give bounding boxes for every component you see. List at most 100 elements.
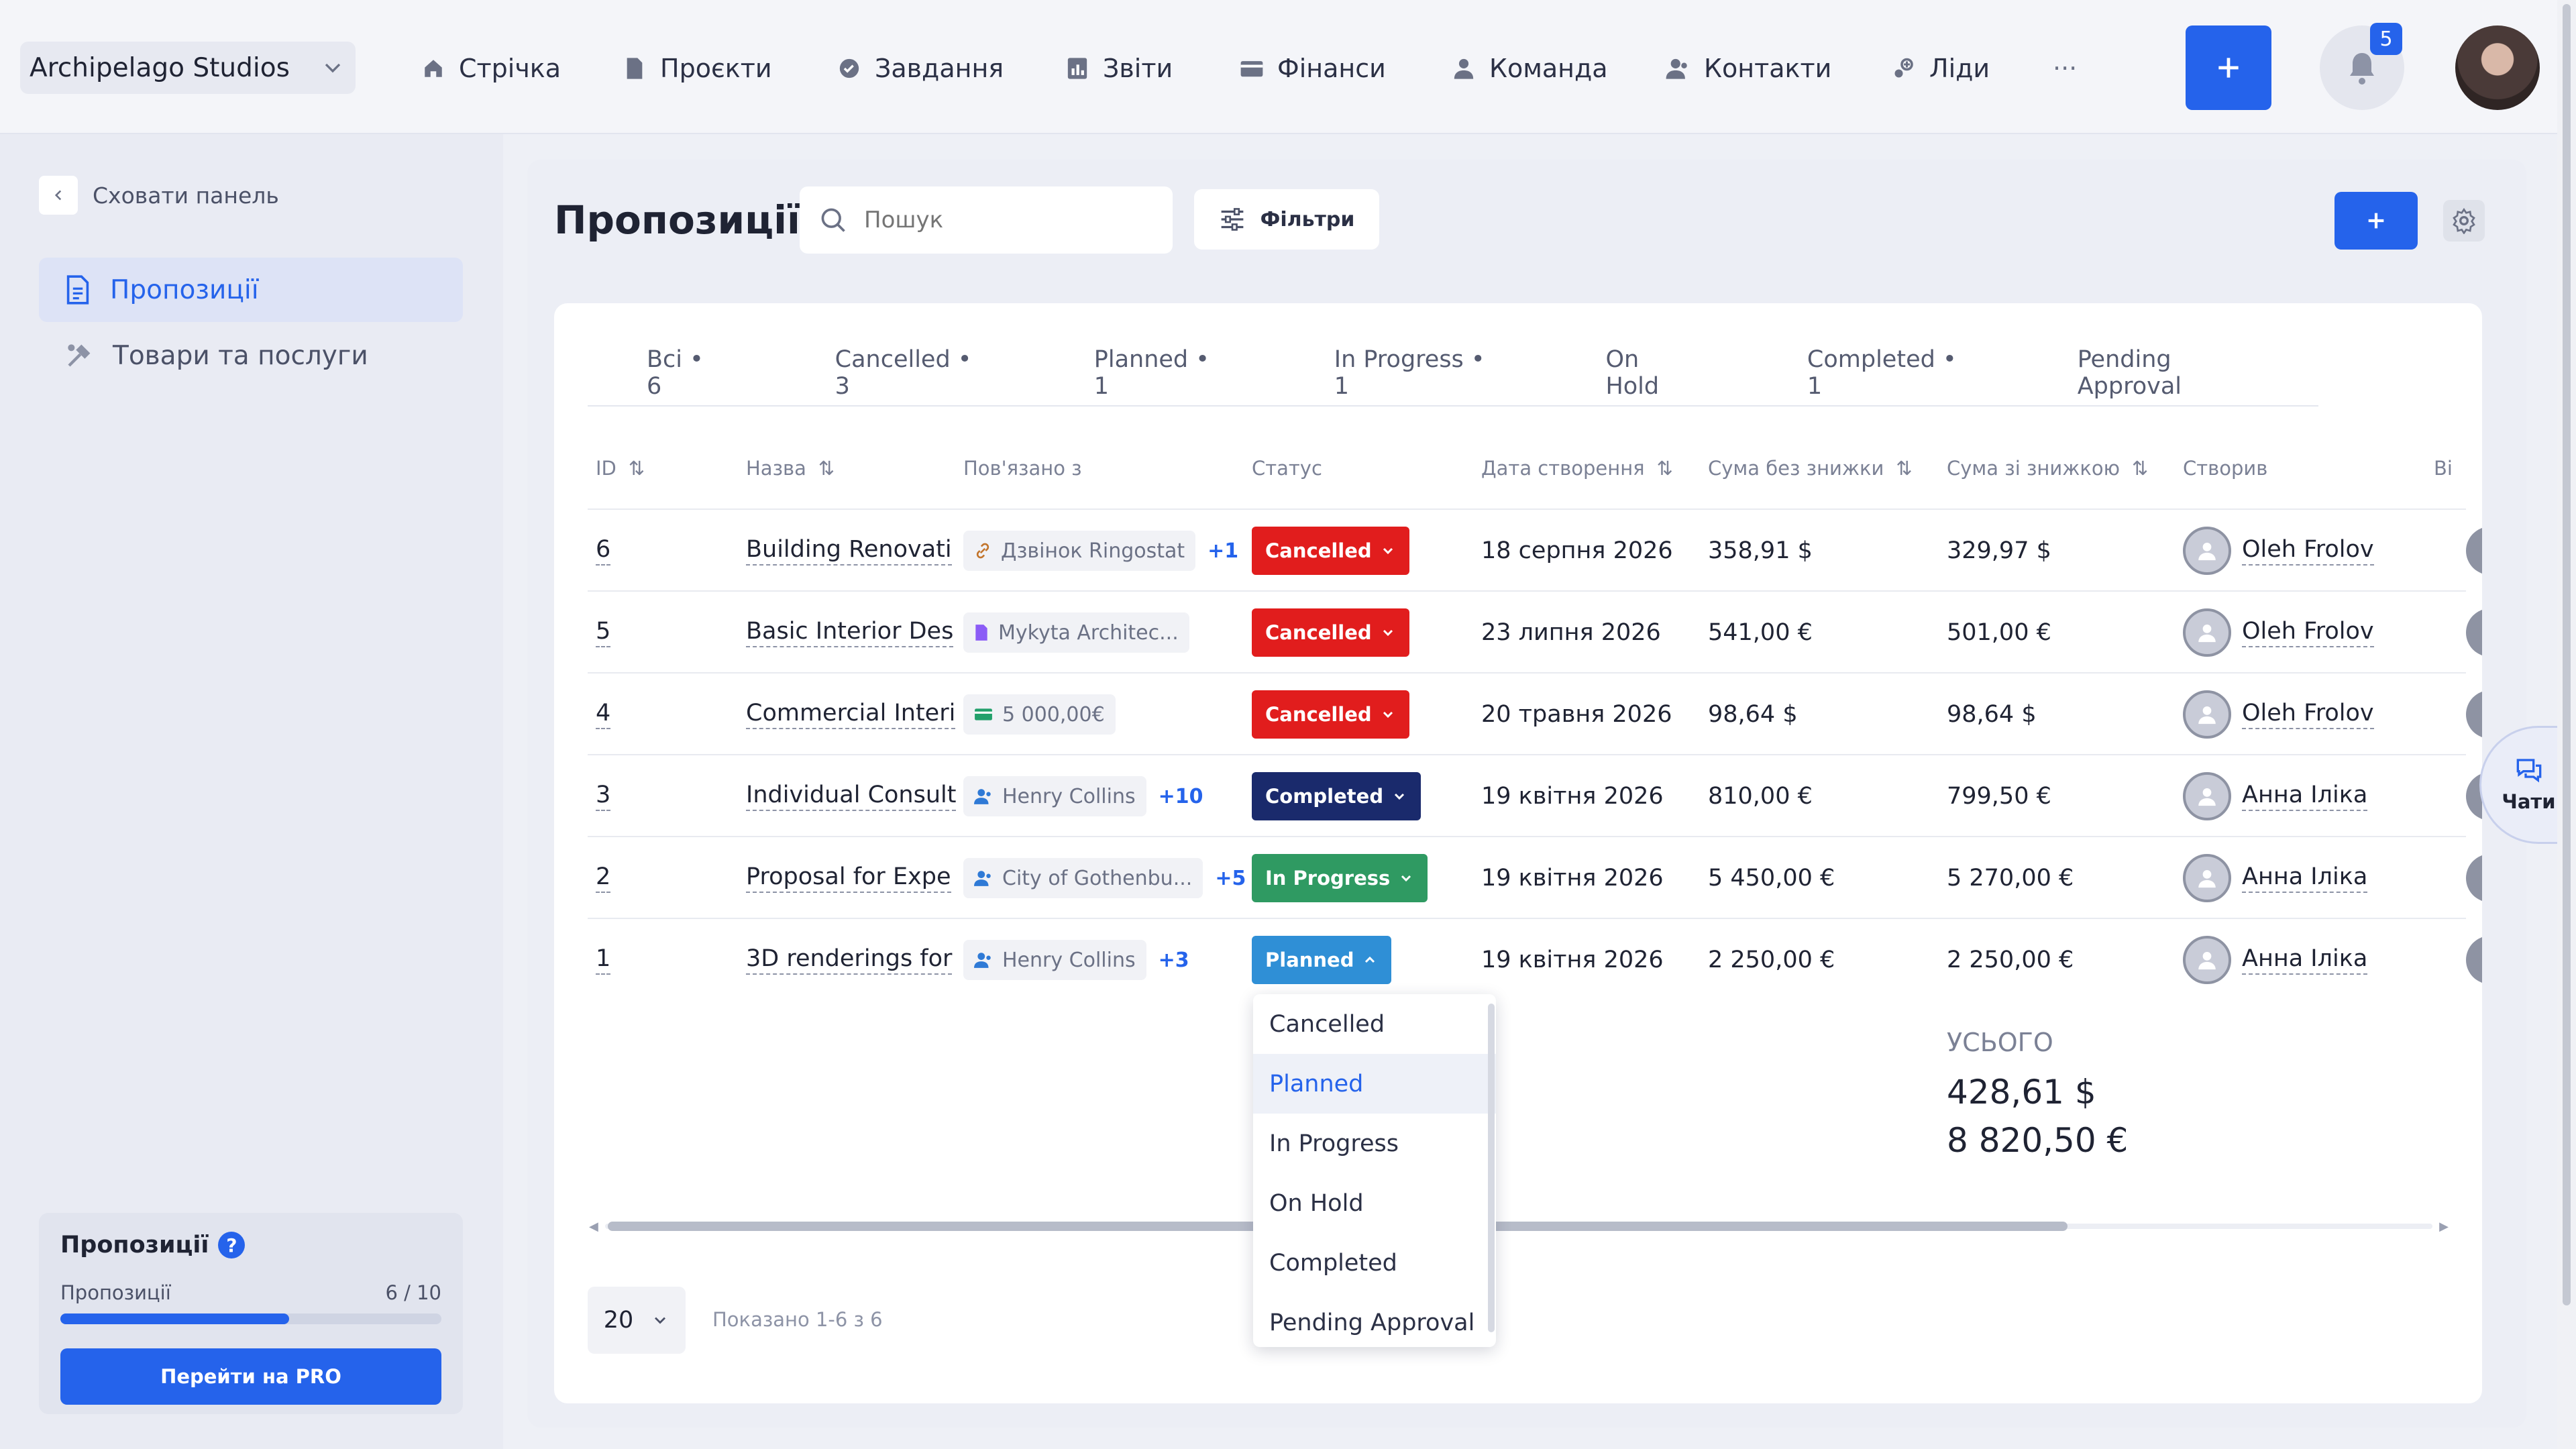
column-header-id[interactable]: ID ⇅: [596, 444, 645, 492]
table-row[interactable]: 3 Individual Consult Henry Collins +10 Compl…: [588, 754, 2482, 836]
status-dropdown[interactable]: Cancelled: [1252, 690, 1409, 739]
table-row[interactable]: 5 Basic Interior Des Mykyta Architec... Can…: [588, 590, 2482, 672]
dropdown-scrollbar[interactable]: [1488, 1004, 1495, 1332]
help-icon[interactable]: ?: [218, 1232, 246, 1258]
column-header-created[interactable]: Дата створення ⇅: [1481, 444, 1673, 492]
page-scrollbar-thumb[interactable]: [2563, 4, 2571, 1305]
filters-button[interactable]: Фільтри: [1194, 189, 1379, 250]
status-option[interactable]: Pending Approval: [1253, 1293, 1496, 1352]
row-name-link[interactable]: Proposal for Expe: [746, 863, 951, 893]
sum-value: 98,64 $: [1708, 701, 1798, 728]
nav-item-team[interactable]: Команда: [1449, 47, 1608, 90]
tools-icon: [68, 344, 91, 367]
hide-panel-button[interactable]: Сховати панель: [39, 176, 279, 215]
total-usd: 428,61 $: [1947, 1073, 2096, 1112]
row-name-link[interactable]: Individual Consult: [746, 782, 957, 811]
related-chip[interactable]: Henry Collins: [963, 940, 1146, 980]
status-dropdown[interactable]: In Progress: [1252, 854, 1428, 902]
sidebar-item-proposals[interactable]: Пропозиції: [39, 258, 463, 322]
tab-on-hold[interactable]: On Hold: [1546, 346, 1748, 400]
scroll-right-icon[interactable]: ▶: [2439, 1220, 2449, 1234]
related-chip[interactable]: Henry Collins: [963, 776, 1146, 816]
status-dropdown[interactable]: Completed: [1252, 772, 1421, 820]
nav-item-finance[interactable]: Фінанси: [1237, 47, 1386, 90]
row-id-link[interactable]: 2: [596, 863, 611, 893]
author-link[interactable]: Анна Іліка: [2242, 782, 2368, 811]
page-size-select[interactable]: 20: [588, 1287, 686, 1354]
column-header-name[interactable]: Назва ⇅: [746, 444, 835, 492]
status-dropdown[interactable]: Cancelled: [1252, 527, 1409, 575]
nav-item-reports[interactable]: Звіти: [1063, 47, 1173, 90]
row-id-link[interactable]: 6: [596, 536, 611, 566]
row-id-link[interactable]: 4: [596, 700, 611, 729]
row-name-link[interactable]: Commercial Interi: [746, 700, 956, 729]
status-option[interactable]: Completed: [1253, 1233, 1496, 1293]
author-link[interactable]: Oleh Frolov: [2242, 618, 2374, 647]
related-more-link[interactable]: +10: [1159, 785, 1203, 808]
related-more-link[interactable]: +3: [1159, 949, 1189, 972]
tab-cancelled[interactable]: Cancelled • 3: [776, 346, 1035, 400]
status-option[interactable]: Planned: [1253, 1054, 1496, 1114]
row-name-link[interactable]: Building Renovati: [746, 536, 952, 566]
status-dropdown[interactable]: Cancelled: [1252, 608, 1409, 657]
author-link[interactable]: Oleh Frolov: [2242, 700, 2374, 729]
tab-all[interactable]: Всі • 6: [588, 346, 776, 400]
status-dropdown[interactable]: Planned: [1252, 936, 1392, 984]
tab-pending-approval[interactable]: Pending Approval: [2019, 346, 2318, 400]
column-header-status: Статус: [1252, 444, 1322, 492]
sort-icon: ⇅: [628, 457, 645, 480]
status-option[interactable]: On Hold: [1253, 1173, 1496, 1233]
related-more-link[interactable]: +1: [1208, 539, 1238, 563]
column-header-sum-discount[interactable]: Сума зі знижкою ⇅: [1947, 444, 2148, 492]
table-row[interactable]: 6 Building Renovati Дзвінок Ringostat +1 Can…: [588, 508, 2482, 590]
related-chip[interactable]: 5 000,00€: [963, 694, 1116, 735]
page-title: Пропозиції: [554, 197, 800, 243]
tab-in-progress[interactable]: In Progress • 1: [1275, 346, 1547, 400]
author-link[interactable]: Анна Іліка: [2242, 863, 2368, 893]
user-avatar[interactable]: [2455, 25, 2540, 110]
author-link[interactable]: Oleh Frolov: [2242, 536, 2374, 566]
tab-completed[interactable]: Completed • 1: [1748, 346, 2019, 400]
document-icon: [620, 54, 649, 83]
workspace-switcher[interactable]: Archipelago Studios: [20, 42, 356, 94]
search-input[interactable]: [864, 207, 1146, 233]
row-id-link[interactable]: 1: [596, 945, 611, 975]
search-box[interactable]: [800, 186, 1173, 254]
related-chip[interactable]: Mykyta Architec...: [963, 612, 1189, 653]
column-header-sum[interactable]: Сума без знижки ⇅: [1708, 444, 1913, 492]
status-options: Cancelled Planned In Progress On Hold Comple…: [1253, 994, 1496, 1352]
sidebar-item-products[interactable]: Товари та послуги: [39, 323, 463, 388]
status-option[interactable]: In Progress: [1253, 1114, 1496, 1173]
related-chip[interactable]: City of Gothenbu...: [963, 858, 1203, 898]
tab-planned[interactable]: Planned • 1: [1035, 346, 1275, 400]
status-option[interactable]: Cancelled: [1253, 994, 1496, 1054]
workspace-name: Archipelago Studios: [30, 52, 290, 83]
settings-button[interactable]: [2443, 200, 2485, 241]
nav-item-contacts[interactable]: Контакти: [1664, 47, 1831, 90]
status-tabs: Всі • 6 Cancelled • 3 Planned • 1 In Pro…: [588, 346, 2318, 407]
sum-value: 358,91 $: [1708, 537, 1813, 564]
page-scrollbar[interactable]: [2557, 0, 2576, 1449]
related-more-link[interactable]: +5: [1215, 867, 1246, 890]
nav-item-leads[interactable]: Ліди: [1889, 47, 1990, 90]
chevron-icon: [1395, 793, 1405, 800]
nav-item-feed[interactable]: Стрічка: [419, 47, 561, 90]
row-id-link[interactable]: 3: [596, 782, 611, 811]
scroll-left-icon[interactable]: ◀: [589, 1220, 598, 1234]
file-icon: [974, 624, 989, 641]
table-row[interactable]: 2 Proposal for Expe City of Gothenbu... +5 I…: [588, 836, 2482, 918]
nav-item-projects[interactable]: Проєкти: [620, 47, 772, 90]
author-link[interactable]: Анна Іліка: [2242, 945, 2368, 975]
row-id-link[interactable]: 5: [596, 618, 611, 647]
horizontal-scrollbar[interactable]: ◀ ▶: [589, 1218, 2449, 1234]
nav-item-tasks[interactable]: Завдання: [835, 47, 1004, 90]
row-name-link[interactable]: 3D renderings for: [746, 945, 953, 975]
nav-more-button[interactable]: ···: [2053, 47, 2077, 90]
create-button[interactable]: [2186, 25, 2271, 110]
row-name-link[interactable]: Basic Interior Des: [746, 618, 954, 647]
upgrade-pro-button[interactable]: Перейти на PRO: [60, 1348, 441, 1405]
add-proposal-button[interactable]: [2334, 192, 2418, 250]
table-row[interactable]: 1 3D renderings for Henry Collins +3 Planned…: [588, 918, 2482, 1000]
table-row[interactable]: 4 Commercial Interi 5 000,00€ Cancelled 20 т…: [588, 672, 2482, 754]
related-chip[interactable]: Дзвінок Ringostat: [963, 531, 1196, 571]
